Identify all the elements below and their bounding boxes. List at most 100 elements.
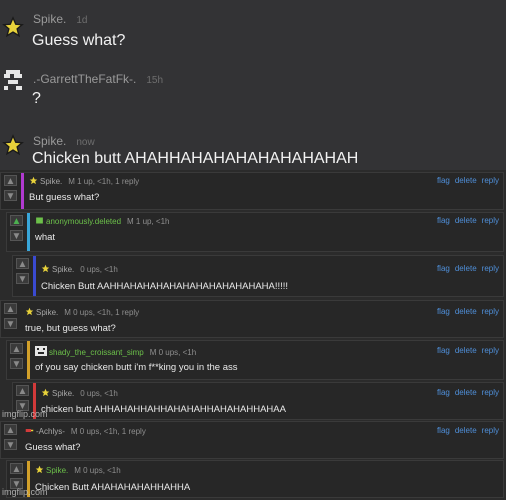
comment: ▲ ▼ Spike. M 0 ups, <1h Chicken Butt AHAHA… xyxy=(6,460,504,498)
comment-username[interactable]: -Achlys- xyxy=(36,427,65,436)
comment-text: Chicken Butt AHAHAHAHAHHAHHA xyxy=(35,482,191,493)
upvote-button[interactable]: ▲ xyxy=(10,343,23,355)
chat-message: Spike. 1d Guess what? xyxy=(0,8,506,52)
comment-meta: M 0 ups, <1h xyxy=(74,466,121,475)
comment-header: anonymously.deleted M 1 up, <1h xyxy=(35,216,170,226)
comment-header: Spike. M 0 ups, <1h xyxy=(35,465,121,475)
flag-link[interactable]: flag xyxy=(437,264,450,273)
comment-header: -Achlys- M 0 ups, <1h, 1 reply xyxy=(25,426,146,436)
downvote-button[interactable]: ▼ xyxy=(10,358,23,370)
comment-header: Spike. M 1 up, <1h, 1 reply xyxy=(29,176,139,186)
comment-text: But guess what? xyxy=(29,192,100,203)
chat-username[interactable]: Spike. now xyxy=(33,134,95,148)
upvote-button[interactable]: ▲ xyxy=(4,424,17,436)
comment: ▲ ▼ Spike. 0 ups, <1h chicken butt AHHAHAH… xyxy=(12,382,504,420)
upvote-button[interactable]: ▲ xyxy=(4,175,17,187)
comment-text: Guess what? xyxy=(25,442,81,453)
watermark: imgflip.com xyxy=(2,487,48,497)
vote-buttons: ▲ ▼ xyxy=(1,422,21,458)
reply-link[interactable]: reply xyxy=(482,307,499,316)
reply-link[interactable]: reply xyxy=(482,176,499,185)
comment: ▲ ▼ shady_the_croissant_simp M 0 ups, <1h … xyxy=(6,340,504,380)
star-icon xyxy=(25,307,34,316)
delete-link[interactable]: delete xyxy=(455,346,477,355)
chat-text: Chicken butt AHAHHAHAHAHAHAHAHAHAH xyxy=(32,150,359,167)
thread-bar xyxy=(33,256,36,296)
comment-actions: flag delete reply xyxy=(432,264,499,273)
comment-meta: 0 ups, <1h xyxy=(80,265,118,274)
chat-username[interactable]: Spike. 1d xyxy=(33,12,87,26)
comment-username[interactable]: Spike. xyxy=(46,466,68,475)
chat-text: ? xyxy=(32,90,41,107)
flag-link[interactable]: flag xyxy=(437,388,450,397)
comment-meta: M 0 ups, <1h, 1 reply xyxy=(64,308,140,317)
comment-header: shady_the_croissant_simp M 0 ups, <1h xyxy=(35,346,196,357)
flag-link[interactable]: flag xyxy=(437,307,450,316)
chat-username[interactable]: .-GarrettTheFatFk-. 15h xyxy=(33,72,163,86)
star-icon xyxy=(41,388,50,397)
thread-bar xyxy=(27,213,30,251)
delete-link[interactable]: delete xyxy=(455,264,477,273)
comment-meta: M 0 ups, <1h, 1 reply xyxy=(70,427,146,436)
upvote-button[interactable]: ▲ xyxy=(10,215,23,227)
flag-link[interactable]: flag xyxy=(437,426,450,435)
comment-username[interactable]: Spike. xyxy=(36,308,58,317)
comment-text: of you say chicken butt i'm f**king you … xyxy=(35,362,238,373)
comment-actions: flag delete reply xyxy=(432,216,499,225)
reply-link[interactable]: reply xyxy=(482,388,499,397)
downvote-button[interactable]: ▼ xyxy=(4,190,17,202)
delete-link[interactable]: delete xyxy=(455,176,477,185)
star-icon xyxy=(2,16,24,38)
reply-link[interactable]: reply xyxy=(482,426,499,435)
upvote-button[interactable]: ▲ xyxy=(16,258,29,270)
delete-link[interactable]: delete xyxy=(455,388,477,397)
vote-buttons: ▲ ▼ xyxy=(7,341,27,379)
flag-link[interactable]: flag xyxy=(437,346,450,355)
flag-link[interactable]: flag xyxy=(437,216,450,225)
chat-time: 15h xyxy=(146,75,164,86)
reply-link[interactable]: reply xyxy=(482,264,499,273)
thread-bar xyxy=(21,173,24,209)
thread-bar xyxy=(27,341,30,379)
comment: ▲ ▼ anonymously.deleted M 1 up, <1h what f… xyxy=(6,212,504,252)
comment-meta: M 1 up, <1h, 1 reply xyxy=(68,177,140,186)
downvote-button[interactable]: ▼ xyxy=(16,273,29,285)
upvote-button[interactable]: ▲ xyxy=(10,463,23,475)
comment-username[interactable]: anonymously.deleted xyxy=(46,217,121,226)
comment-text: chicken butt AHHAHAHHAHHAHAHAHHAHAHAHHAH… xyxy=(41,404,286,415)
red-flag-icon xyxy=(25,429,34,432)
comment: ▲ ▼ Spike. 0 ups, <1h Chicken Butt AAHHAHA… xyxy=(12,255,504,297)
delete-link[interactable]: delete xyxy=(455,307,477,316)
delete-link[interactable]: delete xyxy=(455,216,477,225)
comment-username[interactable]: Spike. xyxy=(52,265,74,274)
downvote-button[interactable]: ▼ xyxy=(4,318,17,330)
watermark: imgflip.com xyxy=(2,409,48,419)
comment-actions: flag delete reply xyxy=(432,307,499,316)
comment-header: Spike. M 0 ups, <1h, 1 reply xyxy=(25,307,139,317)
star-icon xyxy=(41,264,50,273)
vote-buttons: ▲ ▼ xyxy=(7,213,27,251)
comment-username[interactable]: shady_the_croissant_simp xyxy=(49,348,144,357)
chat-time: now xyxy=(76,137,95,148)
comment-meta: M 0 ups, <1h xyxy=(149,348,197,357)
reply-link[interactable]: reply xyxy=(482,216,499,225)
comment-meta: M 1 up, <1h xyxy=(127,217,170,226)
upvote-button[interactable]: ▲ xyxy=(4,303,17,315)
reply-link[interactable]: reply xyxy=(482,346,499,355)
comment-actions: flag delete reply xyxy=(432,346,499,355)
vote-buttons: ▲ ▼ xyxy=(1,173,21,209)
comment-actions: flag delete reply xyxy=(432,426,499,435)
chat-message: .-GarrettTheFatFk-. 15h ? xyxy=(0,68,506,112)
comment-username[interactable]: Spike. xyxy=(52,389,74,398)
upvote-button[interactable]: ▲ xyxy=(16,385,29,397)
comment-actions: flag delete reply xyxy=(432,388,499,397)
vote-buttons: ▲ ▼ xyxy=(13,256,33,296)
flag-link[interactable]: flag xyxy=(437,176,450,185)
downvote-button[interactable]: ▼ xyxy=(10,230,23,242)
delete-link[interactable]: delete xyxy=(455,426,477,435)
comment-header: Spike. 0 ups, <1h xyxy=(41,388,118,398)
green-shield-icon xyxy=(36,217,43,224)
comment-username[interactable]: Spike. xyxy=(40,177,62,186)
downvote-button[interactable]: ▼ xyxy=(4,439,17,451)
comment-actions: flag delete reply xyxy=(432,176,499,185)
